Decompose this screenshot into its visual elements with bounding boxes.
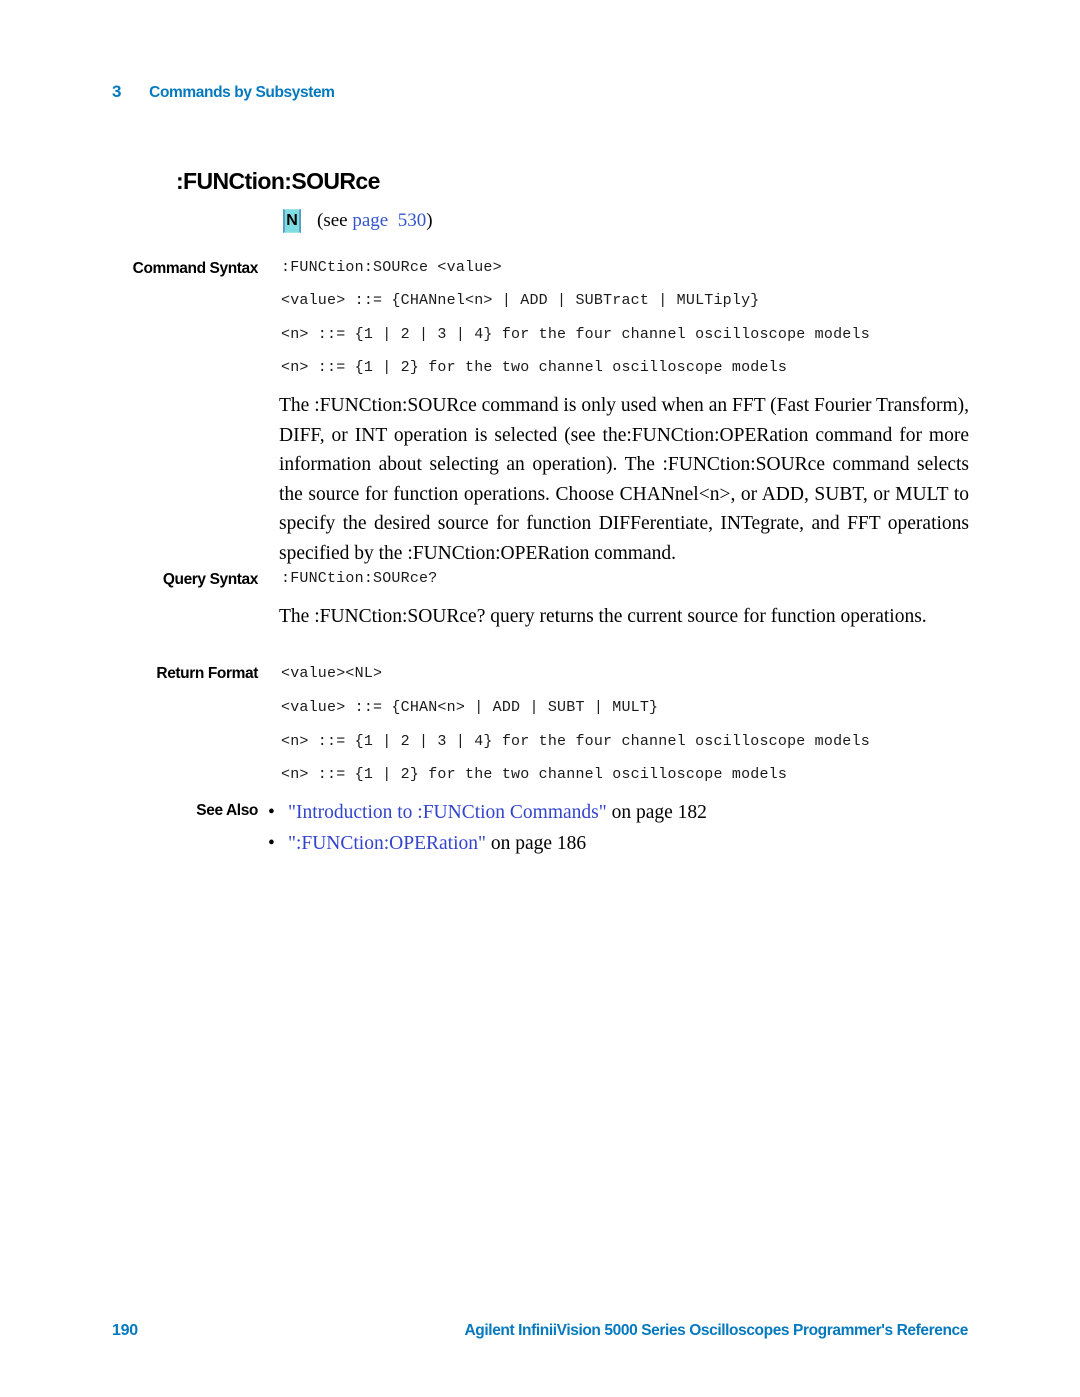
bullet-icon: •: [268, 802, 275, 823]
new-command-badge-icon: N: [283, 209, 301, 233]
page-title: :FUNCtion:SOURce: [176, 168, 380, 194]
see-also-link-0[interactable]: "Introduction to :FUNCtion Commands": [288, 802, 607, 823]
command-syntax-line-3: <n> ::= {1 | 2} for the two channel osci…: [281, 359, 788, 376]
return-format-line-2: <n> ::= {1 | 2 | 3 | 4} for the four cha…: [281, 733, 870, 750]
query-syntax-label: Query Syntax: [162, 571, 259, 588]
return-format-line-3: <n> ::= {1 | 2} for the two channel osci…: [281, 766, 788, 783]
command-syntax-label: Command Syntax: [132, 260, 259, 277]
chapter-title: Commands by Subsystem: [149, 84, 335, 101]
document-page: 3 Commands by Subsystem :FUNCtion:SOURce…: [0, 0, 1080, 1397]
note-reference-row: N (see page 530): [283, 209, 433, 233]
bullet-icon: •: [268, 833, 275, 854]
see-also-item-1: • ":FUNCtion:OPERation" on page 186: [268, 829, 586, 858]
return-format-label: Return Format: [156, 665, 258, 682]
see-page-text: (see page 530): [317, 210, 433, 232]
see-also-tail-1: on page 186: [485, 833, 587, 854]
footer-page-number: 190: [112, 1322, 138, 1339]
see-also-item-0: • "Introduction to :FUNCtion Commands" on…: [268, 798, 707, 827]
return-format-line-1: <value> ::= {CHAN<n> | ADD | SUBT | MULT…: [281, 699, 659, 716]
running-header: 3 Commands by Subsystem: [112, 82, 335, 102]
command-syntax-line-0: :FUNCtion:SOURce <value>: [281, 259, 502, 276]
see-page-prefix: (see: [317, 210, 353, 231]
see-also-label: See Also: [196, 802, 258, 819]
command-description: The :FUNCtion:SOURce command is only use…: [279, 395, 969, 564]
see-also-link-1[interactable]: ":FUNCtion:OPERation": [288, 833, 486, 854]
return-format-line-0: <value><NL>: [281, 665, 383, 682]
command-syntax-line-1: <value> ::= {CHANnel<n> | ADD | SUBTract…: [281, 292, 760, 309]
query-syntax-line: :FUNCtion:SOURce?: [281, 570, 438, 587]
see-page-link[interactable]: page 530: [352, 210, 426, 231]
footer-title: Agilent InfiniiVision 5000 Series Oscill…: [464, 1322, 969, 1339]
command-syntax-line-2: <n> ::= {1 | 2 | 3 | 4} for the four cha…: [281, 326, 870, 343]
see-page-suffix: ): [426, 210, 433, 231]
chapter-number: 3: [112, 82, 122, 101]
see-also-tail-0: on page 182: [606, 802, 707, 823]
query-description: The :FUNCtion:SOURce? query returns the …: [279, 606, 927, 627]
